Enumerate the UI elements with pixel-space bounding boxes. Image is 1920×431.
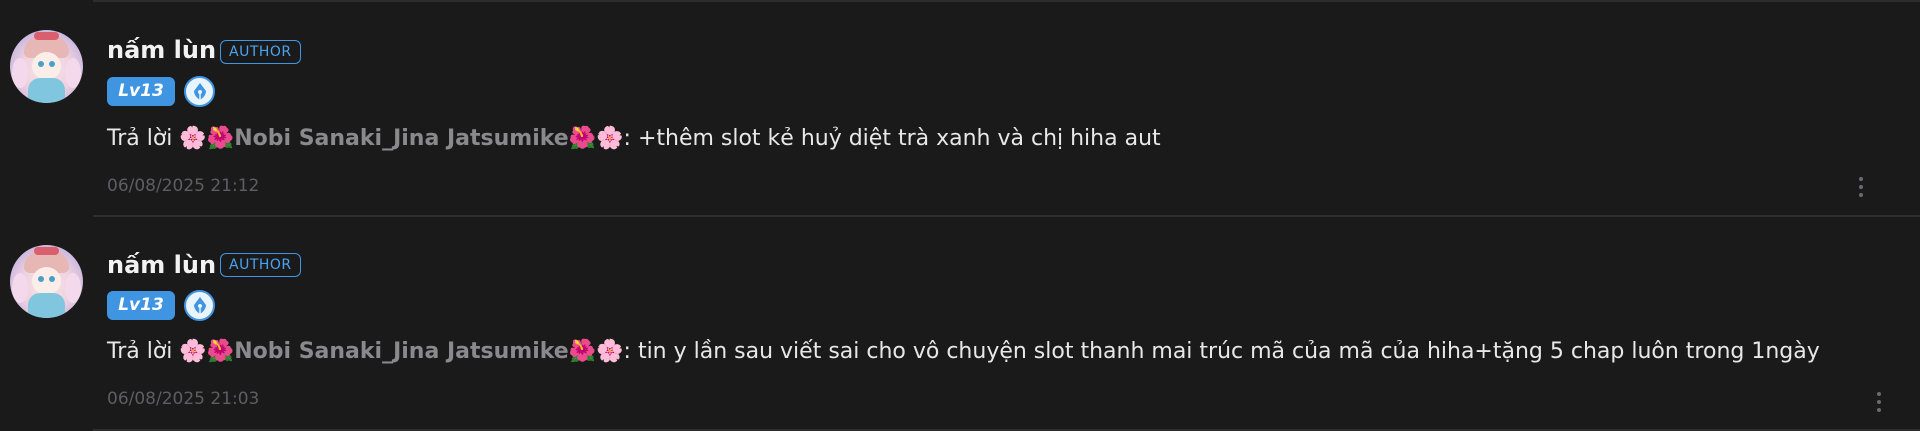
pink-flower-icon: 🌸 xyxy=(596,126,624,151)
reply-prefix: Trả lời xyxy=(107,126,173,151)
avatar[interactable] xyxy=(10,30,83,103)
level-badge: Lv13 xyxy=(107,77,175,106)
top-divider xyxy=(93,0,1920,2)
more-vertical-icon[interactable] xyxy=(1876,392,1882,414)
avatar[interactable] xyxy=(10,245,83,318)
pink-flower-icon: 🌸 xyxy=(596,339,624,364)
comment-text: Trả lời 🌸🌺Nobi Sanaki_Jina Jatsumike🌺🌸: … xyxy=(107,126,1161,151)
separator: : xyxy=(623,339,631,364)
author-badge: AUTHOR xyxy=(220,40,301,64)
mention-link[interactable]: Nobi Sanaki_Jina Jatsumike xyxy=(234,339,568,364)
comment-divider xyxy=(93,215,1920,217)
pen-nib-icon xyxy=(184,76,215,107)
more-vertical-icon[interactable] xyxy=(1858,177,1864,199)
red-flower-icon: 🌺 xyxy=(206,126,235,151)
red-flower-icon: 🌺 xyxy=(568,126,597,151)
reply-prefix: Trả lời xyxy=(107,339,173,364)
comment-body: +thêm slot kẻ huỷ diệt trà xanh và chị h… xyxy=(637,126,1161,151)
pink-flower-icon: 🌸 xyxy=(179,339,207,364)
comment-timestamp: 06/08/2025 21:12 xyxy=(107,176,260,196)
level-badge: Lv13 xyxy=(107,291,175,320)
author-name[interactable]: nấm lùn xyxy=(107,36,216,64)
author-name[interactable]: nấm lùn xyxy=(107,251,216,279)
mention-link[interactable]: Nobi Sanaki_Jina Jatsumike xyxy=(234,126,568,151)
author-badge: AUTHOR xyxy=(220,253,301,277)
separator: : xyxy=(623,126,631,151)
comment-timestamp: 06/08/2025 21:03 xyxy=(107,389,260,409)
pen-nib-icon xyxy=(184,290,215,321)
red-flower-icon: 🌺 xyxy=(568,339,597,364)
comment-text: Trả lời 🌸🌺Nobi Sanaki_Jina Jatsumike🌺🌸: … xyxy=(107,339,1820,364)
comment-body: tin y lần sau viết sai cho vô chuyện slo… xyxy=(637,339,1820,364)
pink-flower-icon: 🌸 xyxy=(179,126,207,151)
red-flower-icon: 🌺 xyxy=(206,339,235,364)
